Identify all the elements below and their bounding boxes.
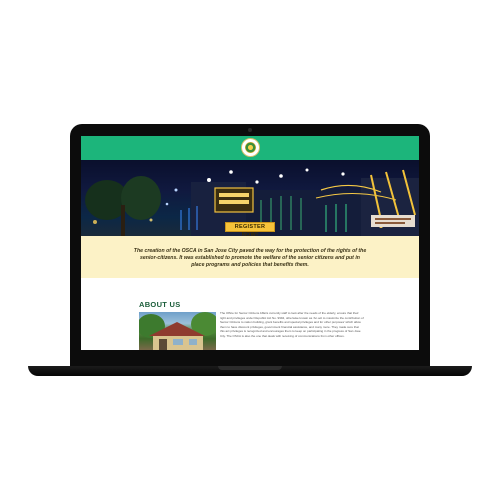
register-now-button[interactable]: REGISTER NOW! (225, 222, 275, 238)
webcam (248, 128, 252, 132)
city-seal-logo[interactable] (241, 138, 260, 157)
laptop-base (28, 366, 472, 376)
about-us-description: The Office for Senior Citizens Affairs c… (220, 311, 364, 338)
site-header (81, 136, 419, 160)
laptop-screen: REGISTER NOW! The creation of the OSCA i… (81, 136, 419, 350)
seal-emblem (245, 142, 256, 153)
intro-band: The creation of the OSCA in San Jose Cit… (81, 236, 419, 278)
about-us-photo (139, 312, 216, 350)
laptop-notch (218, 366, 282, 370)
about-us-heading: ABOUT US (139, 300, 181, 309)
intro-statement: The creation of the OSCA in San Jose Cit… (133, 248, 367, 269)
